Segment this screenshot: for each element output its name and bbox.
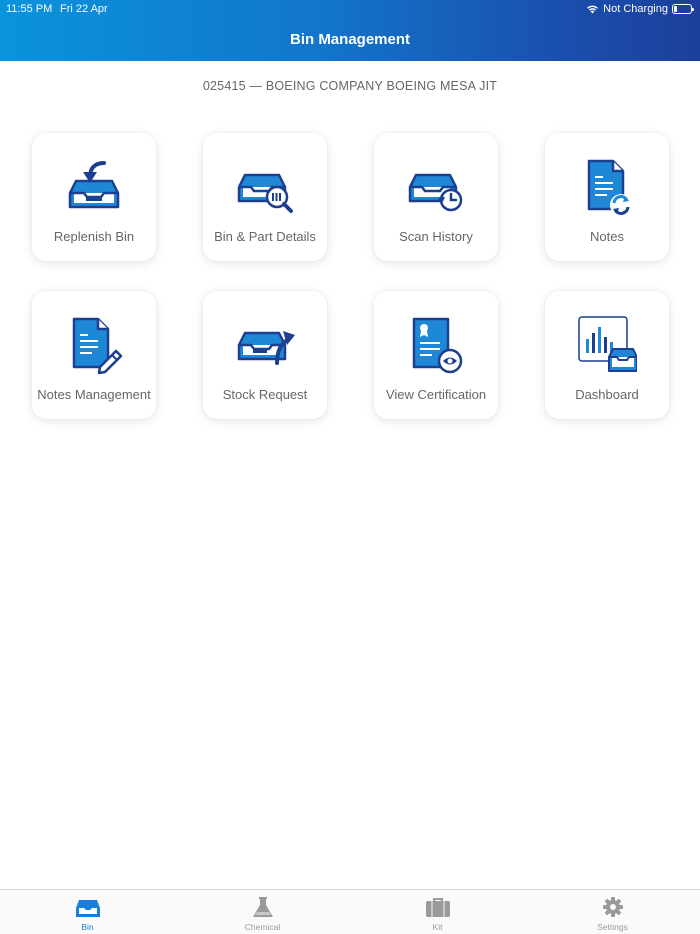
tile-notes[interactable]: Notes [545, 133, 669, 261]
status-time: 11:55 PM [6, 3, 53, 15]
page-title: Bin Management [289, 31, 410, 48]
tile-bin-part-details[interactable]: Bin & Part Details [203, 133, 327, 261]
bin-history-icon [408, 173, 463, 212]
tile-scan-history[interactable]: Scan History [374, 133, 498, 261]
tab-bin[interactable]: Bin [0, 890, 175, 934]
tile-replenish-bin[interactable]: Replenish Bin [32, 133, 156, 261]
tab-kit[interactable]: Kit [350, 890, 525, 934]
bin-search-icon [237, 173, 293, 213]
replenish-bin-icon [68, 161, 120, 209]
tab-bar: Bin Chemical Kit Settings [0, 889, 700, 934]
tab-label: Bin [81, 922, 94, 932]
tile-label: Replenish Bin [53, 229, 135, 244]
status-date: Fri 22 Apr [60, 3, 108, 15]
flask-icon [253, 897, 273, 917]
dashboard-chart-icon [578, 316, 637, 372]
bin-tab-icon [76, 900, 100, 917]
tile-label: Bin & Part Details [214, 229, 316, 244]
tab-label: Settings [597, 922, 628, 932]
tab-chemical[interactable]: Chemical [175, 890, 350, 934]
tile-label: View Certification [385, 387, 487, 402]
app-header: 11:55 PM Fri 22 Apr Not Charging Bin Man… [0, 0, 700, 61]
tile-dashboard[interactable]: Dashboard [545, 291, 669, 419]
tile-label: Notes [590, 229, 624, 244]
wifi-icon [587, 5, 599, 14]
tab-settings[interactable]: Settings [525, 890, 700, 934]
status-bar: 11:55 PM Fri 22 Apr Not Charging [0, 0, 700, 18]
customer-label: 025415 — BOEING COMPANY BOEING MESA JIT [202, 79, 498, 93]
tile-label: Stock Request [222, 387, 308, 402]
bin-forward-icon [237, 331, 295, 365]
battery-icon [672, 4, 694, 14]
notes-edit-icon [72, 317, 123, 375]
tile-view-certification[interactable]: View Certification [374, 291, 498, 419]
tile-label: Scan History [399, 229, 473, 244]
tile-notes-management[interactable]: Notes Management [32, 291, 156, 419]
battery-status: Not Charging [603, 3, 668, 15]
briefcase-icon [426, 898, 450, 917]
gear-icon [603, 897, 623, 917]
notes-sync-icon [587, 159, 632, 216]
certificate-view-icon [412, 317, 463, 374]
tab-label: Chemical [244, 922, 281, 932]
tile-label: Notes Management [37, 387, 151, 402]
tab-label: Kit [432, 922, 443, 932]
tile-stock-request[interactable]: Stock Request [203, 291, 327, 419]
status-right: Not Charging [586, 3, 694, 15]
tile-label: Dashboard [575, 387, 639, 402]
